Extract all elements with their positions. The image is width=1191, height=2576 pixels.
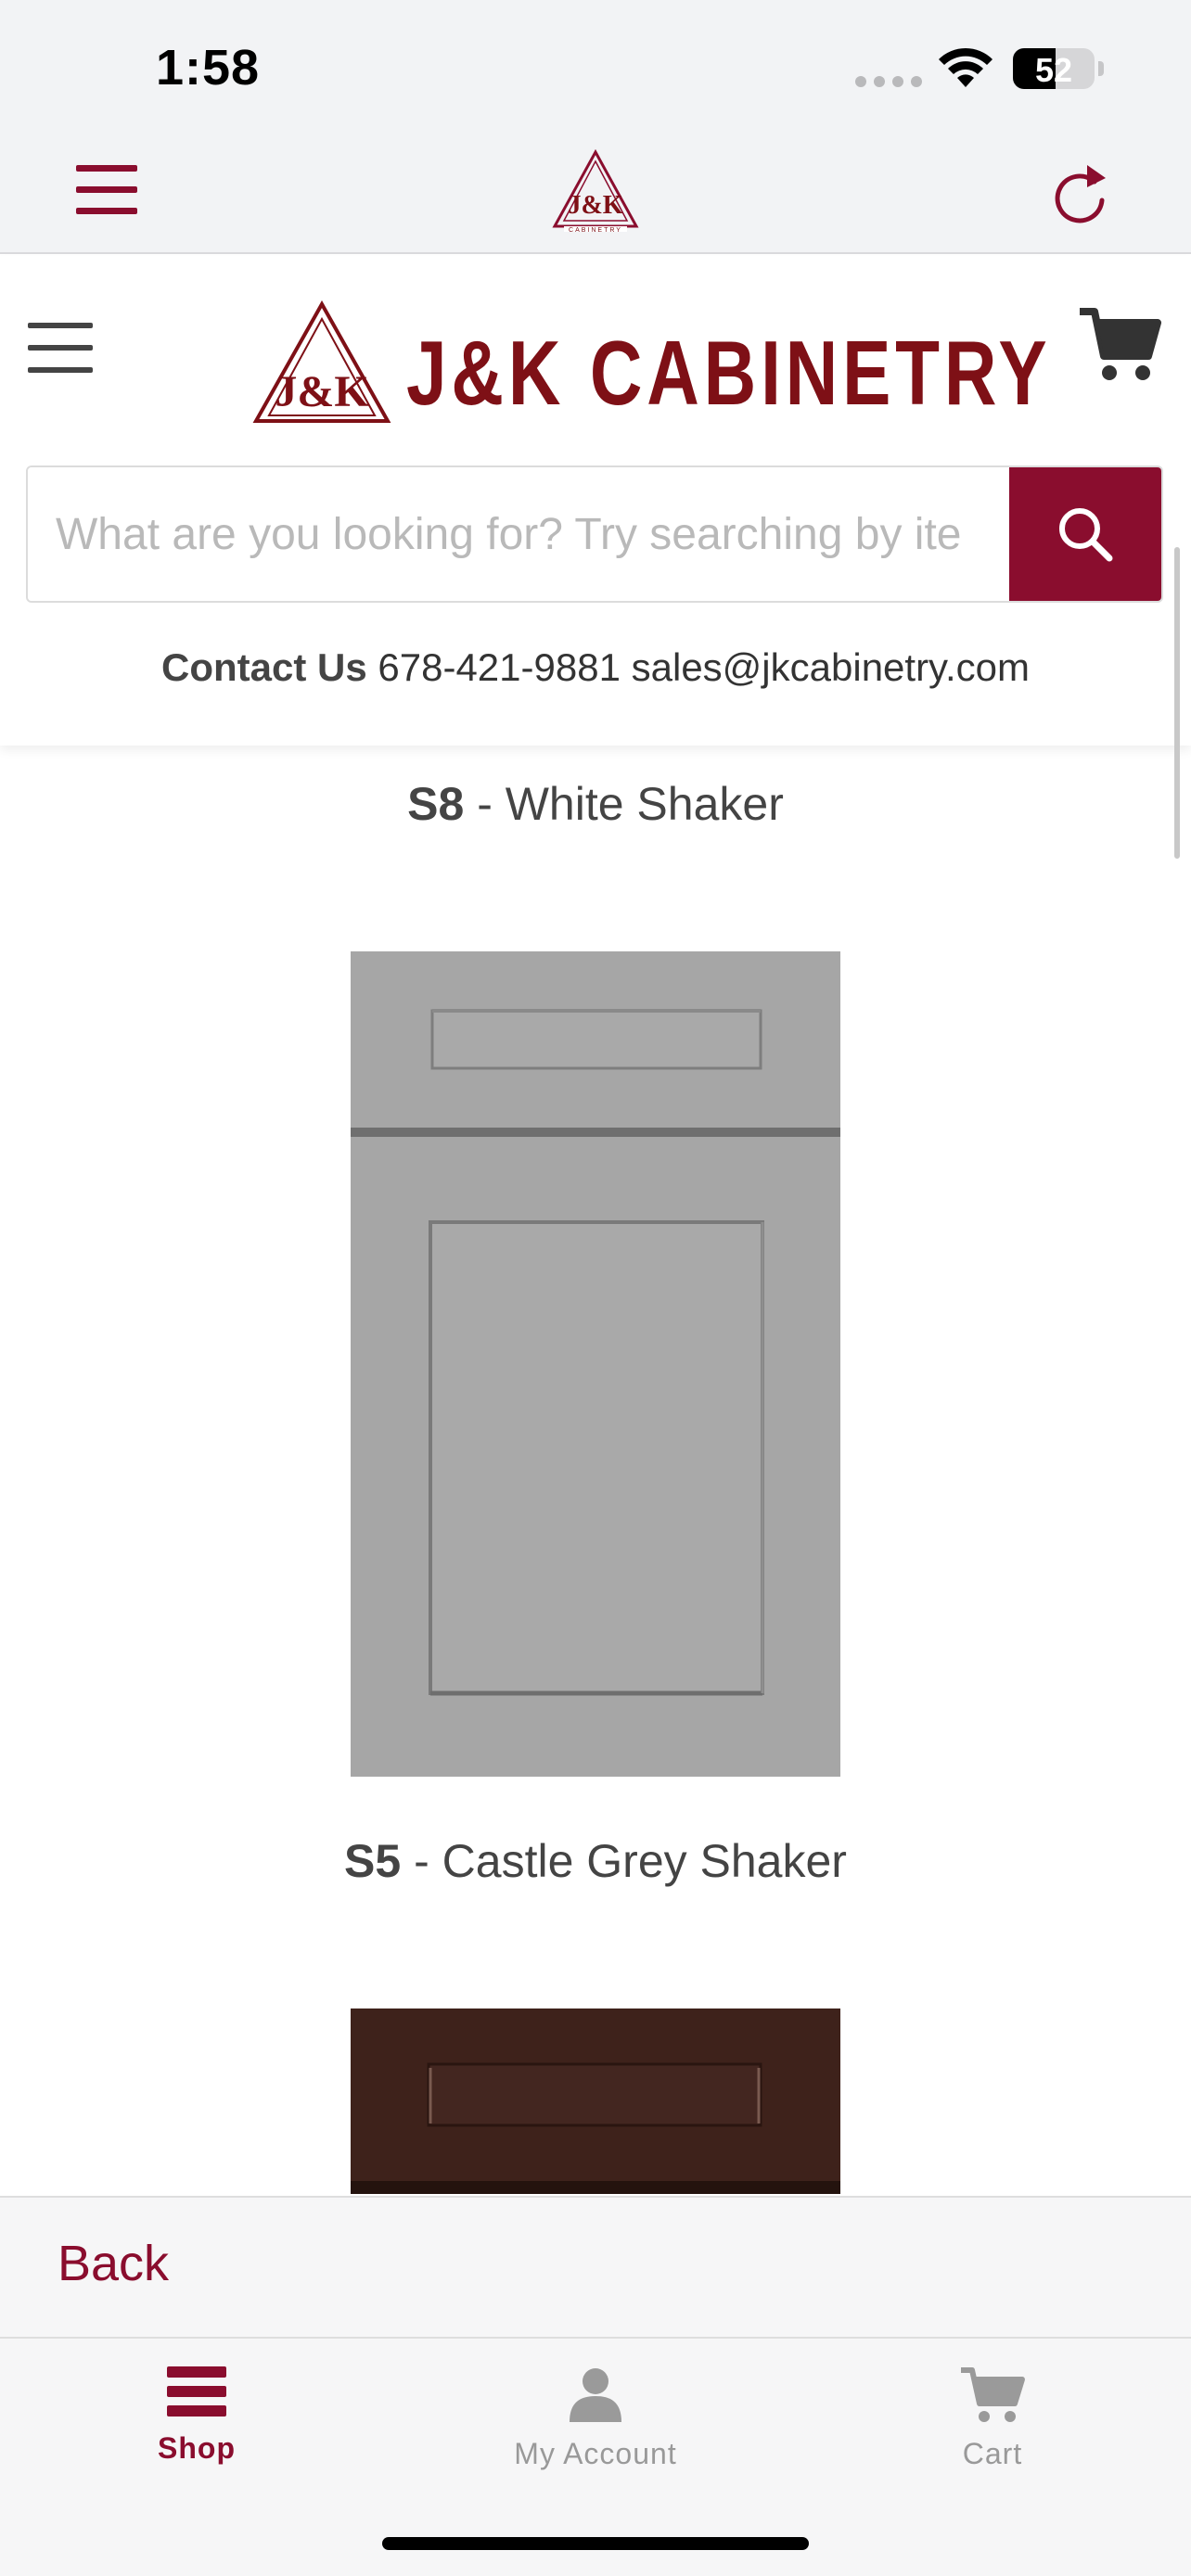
contact-label: Contact Us [161, 645, 367, 689]
tab-label: Shop [158, 2431, 236, 2465]
tab-shop[interactable]: Shop [76, 2365, 317, 2466]
tab-my-account[interactable]: My Account [475, 2365, 716, 2471]
cellular-signal-icon [855, 76, 922, 87]
contact-phone-link[interactable]: 678-421-9881 [378, 645, 621, 689]
battery-nub [1098, 61, 1104, 76]
app-menu-button[interactable] [72, 163, 143, 219]
product-code: S8 [407, 778, 465, 830]
status-time: 1:58 [156, 40, 261, 96]
svg-text:J&K: J&K [568, 191, 622, 220]
wifi-icon [939, 47, 992, 87]
product-code: S5 [344, 1835, 402, 1887]
contact-info: Contact Us 678-421-9881 sales@jkcabinetr… [0, 645, 1191, 690]
back-bar: Back [0, 2196, 1191, 2337]
app-nav-bar: J&K CABINETRY [0, 139, 1191, 254]
product-name: Castle Grey Shaker [442, 1835, 847, 1887]
product-image-espresso[interactable] [351, 2009, 840, 2194]
menu-icon [167, 2366, 226, 2417]
reload-icon[interactable] [1046, 159, 1113, 230]
home-indicator[interactable] [382, 2537, 809, 2550]
tab-label: Cart [962, 2437, 1023, 2470]
status-bar: 1:58 52 [0, 0, 1191, 139]
search-input[interactable] [28, 467, 1009, 601]
product-image-castle-grey-shaker[interactable] [351, 951, 840, 1777]
product-label-s5[interactable]: S5 - Castle Grey Shaker [0, 1834, 1191, 1888]
user-icon [570, 2368, 621, 2422]
brand-name: J&K CABINETRY [406, 322, 1052, 424]
site-header: J&K J&K CABINETRY Contact Us 678-421-988… [0, 256, 1191, 746]
tab-cart[interactable]: Cart [872, 2365, 1113, 2471]
site-menu-button[interactable] [26, 321, 95, 376]
search-button[interactable] [1009, 467, 1161, 601]
product-name: White Shaker [505, 778, 784, 830]
tab-label: My Account [514, 2437, 677, 2470]
brand-mark: J&K [275, 367, 368, 416]
header-cart-icon[interactable] [1076, 302, 1161, 386]
svg-text:CABINETRY: CABINETRY [569, 227, 622, 234]
cart-icon [961, 2367, 1025, 2422]
back-button[interactable]: Back [58, 2235, 169, 2292]
scrollbar[interactable] [1174, 547, 1180, 859]
search-icon [1059, 508, 1113, 562]
contact-email-link[interactable]: sales@jkcabinetry.com [632, 645, 1030, 689]
battery-icon: 52 [1013, 48, 1095, 89]
battery-level: 52 [1034, 51, 1073, 89]
app-logo: J&K CABINETRY [552, 148, 639, 234]
search-bar [26, 465, 1163, 603]
product-label-s8[interactable]: S8 - White Shaker [0, 777, 1191, 831]
brand-triangle-icon: J&K [252, 300, 391, 423]
brand-logo[interactable]: J&K J&K CABINETRY [252, 300, 1047, 427]
